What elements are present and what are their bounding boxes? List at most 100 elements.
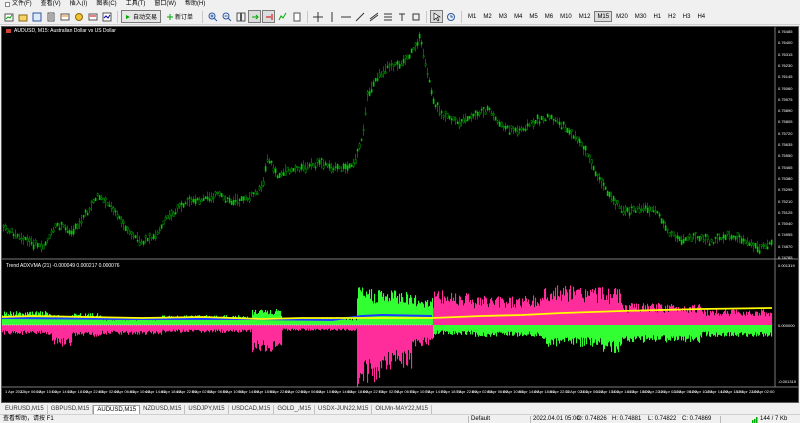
chart-window[interactable]: AUDUSD, M15: Australian Dollar vs US Dol… <box>1 26 799 403</box>
histogram-bar-down <box>598 325 600 342</box>
histogram-bar-down <box>320 325 322 331</box>
status-profile: Default <box>471 416 491 422</box>
menu-item[interactable]: 帮助(H) <box>182 0 211 9</box>
tile-windows-button[interactable] <box>234 10 247 23</box>
chart-tab[interactable]: USDJPY,M15 <box>185 405 229 414</box>
chart-shift-button[interactable] <box>262 10 276 23</box>
histogram-bar-up <box>723 312 725 325</box>
candle-body <box>634 210 637 213</box>
histogram-bar-down <box>572 325 574 339</box>
histogram-bar-down <box>603 325 605 352</box>
histogram-bar-down <box>614 325 616 353</box>
data-window-button[interactable] <box>58 10 71 23</box>
histogram-bar-down <box>682 325 684 337</box>
timeframe-button-m3[interactable]: M3 <box>496 11 510 22</box>
histogram-bar-down <box>48 325 50 335</box>
market-watch-button[interactable] <box>44 10 57 23</box>
new-chart-button[interactable] <box>2 10 15 23</box>
status-separator <box>530 416 531 423</box>
profiles-button[interactable] <box>16 10 29 23</box>
chart-tab[interactable]: NZDUSD,M15 <box>140 405 186 414</box>
menu-item[interactable]: 插入(I) <box>67 0 94 9</box>
chart-tab[interactable]: USDX-JUN22,M15 <box>315 405 373 414</box>
chart-canvas[interactable] <box>2 27 798 402</box>
period-dropdown-button[interactable] <box>444 10 457 23</box>
trendline-button[interactable] <box>353 10 366 23</box>
candle-body <box>50 230 53 234</box>
histogram-bar-up <box>577 289 579 325</box>
candle-body <box>704 233 707 237</box>
timeframe-button-m6[interactable]: M6 <box>542 11 556 22</box>
chart-tab[interactable]: AUDUSD,M15 <box>93 405 141 414</box>
zoom-in-button[interactable] <box>206 10 219 23</box>
timeframe-button-m5[interactable]: M5 <box>526 11 540 22</box>
vertical-line-button[interactable] <box>325 10 338 23</box>
text-tool-button[interactable] <box>395 10 408 23</box>
indicators-button[interactable] <box>276 10 289 23</box>
histogram-bar-down <box>541 325 543 337</box>
histogram-bar-down <box>675 325 677 340</box>
price-tick-label: 0.75125 <box>778 209 793 215</box>
candle-body <box>188 197 191 199</box>
histogram-bar-down <box>554 325 556 339</box>
zoom-out-button[interactable] <box>220 10 233 23</box>
menu-item[interactable]: 窗口(W) <box>151 0 182 9</box>
histogram-bar-down <box>709 325 711 337</box>
histogram-bar-down <box>301 325 303 329</box>
navigator-button[interactable] <box>72 10 85 23</box>
crosshair-button[interactable] <box>311 10 324 23</box>
histogram-bar-down <box>140 325 142 332</box>
auto-scroll-button[interactable] <box>248 10 262 23</box>
histogram-bar-down <box>606 325 608 346</box>
timeframe-button-m4[interactable]: M4 <box>511 11 525 22</box>
histogram-bar-down <box>465 325 467 335</box>
histogram-bar-down <box>605 325 607 346</box>
strategy-tester-button[interactable] <box>100 10 113 23</box>
menu-item[interactable]: 图表(C) <box>93 0 122 9</box>
chart-tab[interactable]: OILMn-MAY22,M15 <box>372 405 432 414</box>
timeframe-button-m2[interactable]: M2 <box>480 11 494 22</box>
histogram-bar-up <box>363 295 365 325</box>
candle-body <box>208 198 211 202</box>
indicator-tick-label: -0.001319 <box>778 379 797 384</box>
status-help: 查看帮助，请按 F1 <box>3 416 54 422</box>
shapes-button[interactable] <box>409 10 422 23</box>
chart-tab[interactable]: GOLD_,M15 <box>274 405 316 414</box>
pointer-button[interactable] <box>430 10 444 23</box>
histogram-bar-down <box>678 325 680 340</box>
new-order-button[interactable]: 新订单 <box>163 10 197 23</box>
menu-item[interactable]: 查看(V) <box>38 0 67 9</box>
timeframe-button-m10[interactable]: M10 <box>557 11 575 22</box>
timeframe-button-m1[interactable]: M1 <box>465 11 479 22</box>
timeframe-button-h2[interactable]: H2 <box>665 11 679 22</box>
templates-button[interactable] <box>290 10 303 23</box>
fibonacci-button[interactable] <box>381 10 394 23</box>
histogram-bar-down <box>236 325 238 331</box>
timeframe-button-m30[interactable]: M30 <box>632 11 650 22</box>
terminal-button[interactable] <box>86 10 99 23</box>
candle-body <box>628 212 631 216</box>
histogram-bar-down <box>368 325 370 374</box>
menu-item[interactable]: 工具(T) <box>123 0 152 9</box>
histogram-bar-down <box>78 325 80 335</box>
chart-window-button[interactable] <box>30 10 43 23</box>
candle-body <box>732 235 735 238</box>
histogram-bar-up <box>580 287 582 325</box>
timeframe-button-m15[interactable]: M15 <box>594 11 613 22</box>
histogram-bar-down <box>14 325 16 332</box>
chart-tab[interactable]: EURUSD,M15 <box>2 405 48 414</box>
timeframe-button-h1[interactable]: H1 <box>650 11 664 22</box>
histogram-bar-up <box>276 309 278 325</box>
histogram-bar-down <box>587 325 589 338</box>
chart-tab[interactable]: GBPUSD,M15 <box>48 405 94 414</box>
horizontal-line-button[interactable] <box>339 10 352 23</box>
timeframe-button-m12[interactable]: M12 <box>576 11 594 22</box>
menu-item[interactable]: 文件(F) <box>2 0 38 9</box>
timeframe-button-m20[interactable]: M20 <box>613 11 631 22</box>
algo-trading-button[interactable]: 自动交易 <box>121 10 162 23</box>
timeframe-button-h4[interactable]: H4 <box>694 11 708 22</box>
timeframe-button-h3[interactable]: H3 <box>680 11 694 22</box>
clock-icon <box>446 12 455 21</box>
chart-tab[interactable]: USDCAD,M15 <box>229 405 275 414</box>
channel-button[interactable] <box>367 10 380 23</box>
